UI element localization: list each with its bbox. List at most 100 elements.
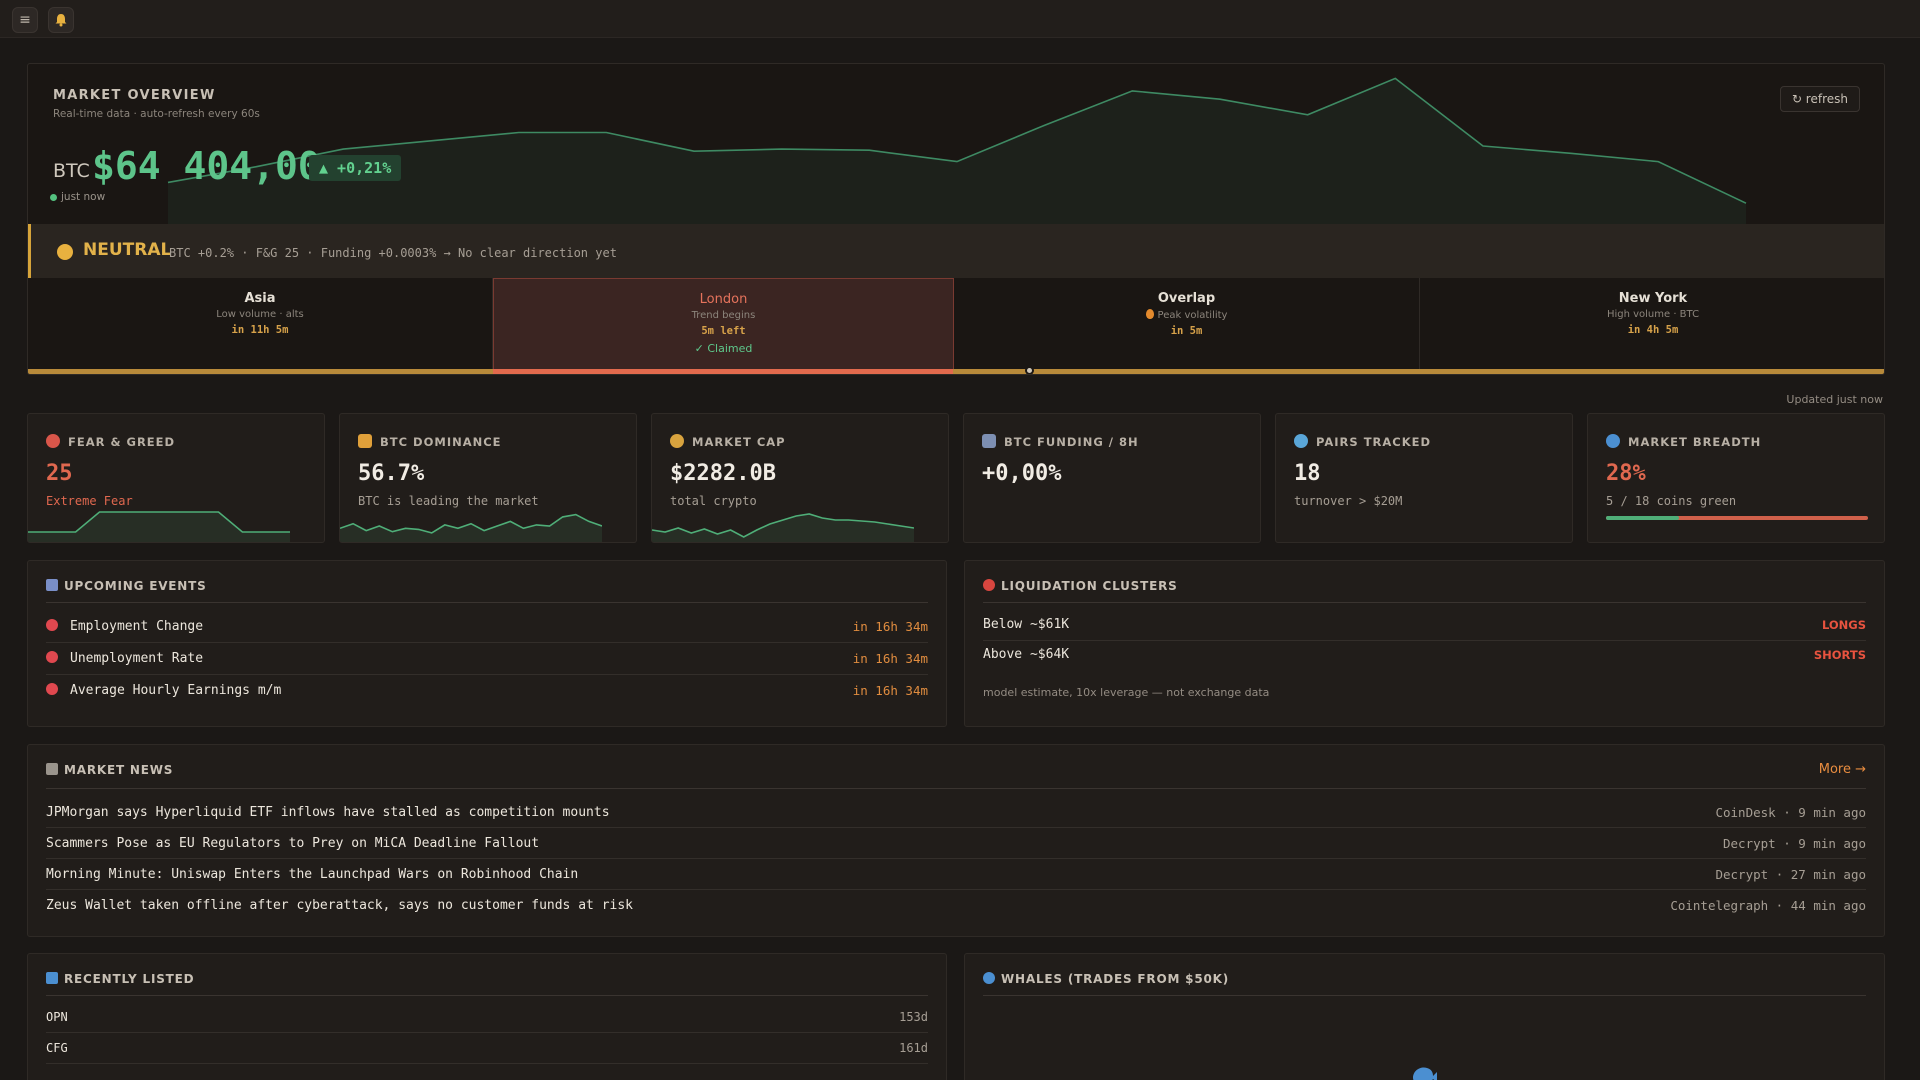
listed-symbol: OPN bbox=[46, 1010, 68, 1024]
panel-title: RECENTLY LISTED bbox=[64, 972, 195, 986]
event-row[interactable]: Average Hourly Earnings m/m in 16h 34m bbox=[46, 675, 928, 707]
btc-dominance-sparkline bbox=[340, 513, 602, 542]
sentiment-label: NEUTRAL bbox=[83, 240, 172, 260]
market-cap-value: $2282.0B bbox=[670, 461, 776, 486]
listed-row[interactable]: OPN 153d bbox=[46, 1002, 928, 1033]
news-meta: Decrypt · 9 min ago bbox=[1723, 836, 1866, 851]
session-time: 5m left bbox=[701, 325, 746, 337]
market-breadth-sub: 5 / 18 coins green bbox=[1606, 494, 1737, 508]
card-title: MARKET CAP bbox=[692, 435, 786, 449]
listed-symbol: CFG bbox=[46, 1041, 68, 1055]
menu-icon[interactable]: ≡ bbox=[12, 7, 38, 33]
session-time: in 11h 5m bbox=[231, 324, 289, 336]
fear-greed-sparkline bbox=[28, 511, 290, 542]
event-name: Employment Change bbox=[70, 619, 204, 634]
sentiment-dot-icon bbox=[57, 244, 73, 260]
listed-age: 153d bbox=[899, 1010, 928, 1024]
fire-icon bbox=[1145, 309, 1154, 319]
listed-row[interactable]: CFG 161d bbox=[46, 1033, 928, 1064]
card-title: BTC DOMINANCE bbox=[380, 435, 502, 449]
refresh-button[interactable]: ↻ refresh bbox=[1779, 86, 1860, 112]
card-title: FEAR & GREED bbox=[68, 435, 176, 449]
session-time: in 5m bbox=[1170, 325, 1203, 337]
liquidation-side: SHORTS bbox=[1813, 648, 1866, 662]
liquidation-level: Above ~$64K bbox=[983, 647, 1070, 662]
liquidation-clusters-panel: LIQUIDATION CLUSTERS Below ~$61K LONGS A… bbox=[964, 560, 1885, 727]
bell-icon[interactable] bbox=[48, 7, 74, 33]
market-cap-card: MARKET CAP $2282.0B total crypto bbox=[651, 413, 949, 543]
session-desc: Low volume · alts bbox=[216, 309, 304, 320]
globe-icon bbox=[1606, 434, 1620, 448]
panel-title: UPCOMING EVENTS bbox=[64, 579, 207, 593]
recently-listed-panel: RECENTLY LISTED OPN 153d CFG 161d bbox=[27, 953, 947, 1080]
overview-subtitle: Real-time data · auto-refresh every 60s bbox=[53, 108, 260, 120]
session-desc-text: Peak volatility bbox=[1157, 310, 1228, 321]
session-desc: Trend begins bbox=[691, 310, 756, 321]
session-london[interactable]: London Trend begins 5m left ✓ Claimed bbox=[493, 278, 954, 370]
market-cap-sparkline bbox=[652, 513, 914, 542]
price-symbol: BTC bbox=[53, 160, 90, 182]
news-row[interactable]: Morning Minute: Uniswap Enters the Launc… bbox=[46, 859, 1866, 890]
card-title: MARKET BREADTH bbox=[1628, 435, 1762, 449]
session-claimed-status: ✓ Claimed bbox=[694, 342, 753, 355]
market-news-panel: MARKET NEWS More → JPMorgan says Hyperli… bbox=[27, 744, 1885, 937]
calendar-icon bbox=[46, 579, 58, 591]
overview-title: MARKET OVERVIEW bbox=[53, 88, 216, 103]
whales-panel: WHALES (TRADES FROM $50K) bbox=[964, 953, 1885, 1080]
session-overlap[interactable]: Overlap Peak volatility in 5m bbox=[954, 278, 1420, 370]
divider bbox=[46, 788, 1866, 789]
event-row[interactable]: Employment Change in 16h 34m bbox=[46, 611, 928, 643]
market-breadth-value: 28% bbox=[1606, 461, 1646, 486]
newspaper-icon bbox=[46, 763, 58, 775]
sparkline-area bbox=[652, 514, 914, 542]
breadth-green-segment bbox=[1606, 516, 1680, 520]
event-name: Average Hourly Earnings m/m bbox=[70, 683, 282, 698]
card-title: BTC FUNDING / 8H bbox=[1004, 435, 1139, 449]
btc-funding-value: +0,00% bbox=[982, 461, 1062, 486]
liquidation-row: Above ~$64K SHORTS bbox=[983, 641, 1866, 671]
session-new-york[interactable]: New York High volume · BTC in 4h 5m bbox=[1420, 278, 1884, 370]
event-row[interactable]: Unemployment Rate in 16h 34m bbox=[46, 643, 928, 675]
session-name: Overlap bbox=[1157, 291, 1216, 306]
new-badge-icon bbox=[46, 972, 58, 984]
news-row[interactable]: Scammers Pose as EU Regulators to Prey o… bbox=[46, 828, 1866, 859]
pairs-tracked-sub: turnover > $20M bbox=[1294, 494, 1403, 508]
crown-icon bbox=[358, 434, 372, 448]
news-headline[interactable]: Scammers Pose as EU Regulators to Prey o… bbox=[46, 836, 539, 851]
more-news-link[interactable]: More → bbox=[1819, 762, 1866, 777]
news-row[interactable]: JPMorgan says Hyperliquid ETF inflows ha… bbox=[46, 797, 1866, 828]
current-time-marker bbox=[1025, 366, 1034, 374]
panel-title: MARKET NEWS bbox=[64, 763, 174, 777]
news-row[interactable]: Zeus Wallet taken offline after cyberatt… bbox=[46, 890, 1866, 921]
active-session-segment bbox=[493, 369, 953, 374]
upcoming-events-panel: UPCOMING EVENTS Employment Change in 16h… bbox=[27, 560, 947, 727]
btc-dominance-value: 56.7% bbox=[358, 461, 425, 486]
sparkline-area bbox=[28, 512, 290, 542]
event-name: Unemployment Rate bbox=[70, 651, 204, 666]
listed-age: 161d bbox=[899, 1041, 928, 1055]
sentiment-text: BTC +0.2% · F&G 25 · Funding +0.0003% → … bbox=[169, 246, 617, 260]
price-change-badge: ▲ +0,21% bbox=[309, 155, 402, 181]
sparkline-area bbox=[168, 78, 1746, 224]
event-time: in 16h 34m bbox=[852, 619, 928, 634]
event-time: in 16h 34m bbox=[852, 651, 928, 666]
top-bar: ≡ bbox=[0, 0, 1920, 38]
news-headline[interactable]: Morning Minute: Uniswap Enters the Launc… bbox=[46, 867, 578, 882]
scared-face-icon bbox=[46, 434, 60, 448]
news-headline[interactable]: Zeus Wallet taken offline after cyberatt… bbox=[46, 898, 633, 913]
panel-title: LIQUIDATION CLUSTERS bbox=[1001, 579, 1178, 593]
liquidation-side: LONGS bbox=[1821, 618, 1866, 632]
whale-icon bbox=[983, 972, 995, 984]
whale-placeholder-icon bbox=[1413, 1067, 1437, 1080]
red-dot-icon bbox=[46, 651, 58, 663]
fear-greed-value: 25 bbox=[46, 461, 73, 486]
session-asia[interactable]: Asia Low volume · alts in 11h 5m bbox=[28, 278, 493, 370]
news-meta: Decrypt · 27 min ago bbox=[1715, 867, 1866, 882]
news-headline[interactable]: JPMorgan says Hyperliquid ETF inflows ha… bbox=[46, 805, 610, 820]
trading-sessions: Asia Low volume · alts in 11h 5m London … bbox=[28, 278, 1884, 370]
divider bbox=[983, 995, 1866, 996]
session-name: Asia bbox=[244, 291, 276, 306]
updated-label: Updated just now bbox=[1786, 393, 1883, 406]
bar-chart-icon bbox=[982, 434, 996, 448]
session-name: London bbox=[699, 292, 748, 307]
